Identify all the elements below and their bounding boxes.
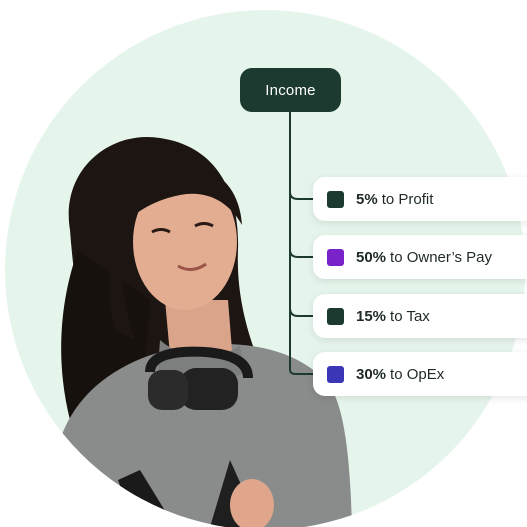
allocation-card-owners-pay: 50% to Owner’s Pay: [313, 235, 527, 279]
allocation-percent: 30%: [356, 365, 387, 383]
owners-pay-color-swatch: [327, 248, 344, 266]
allocation-label: to Tax: [390, 307, 430, 325]
income-label: Income: [265, 81, 316, 99]
allocation-label: to Owner’s Pay: [390, 248, 493, 266]
allocation-percent: 15%: [356, 307, 387, 325]
profit-color-swatch: [327, 190, 344, 208]
opex-color-swatch: [327, 365, 344, 383]
income-node: Income: [240, 68, 341, 112]
allocation-percent: 5%: [356, 190, 378, 208]
income-allocation-illustration: Income 5% to Profit 50% to Owner’s Pay 1…: [0, 0, 527, 527]
allocation-label: to Profit: [381, 190, 434, 208]
allocation-label: to OpEx: [390, 365, 445, 383]
allocation-card-profit: 5% to Profit: [313, 177, 527, 221]
allocation-percent: 50%: [356, 248, 387, 266]
allocation-card-tax: 15% to Tax: [313, 294, 527, 338]
tax-color-swatch: [327, 307, 344, 325]
allocation-card-opex: 30% to OpEx: [313, 352, 527, 396]
